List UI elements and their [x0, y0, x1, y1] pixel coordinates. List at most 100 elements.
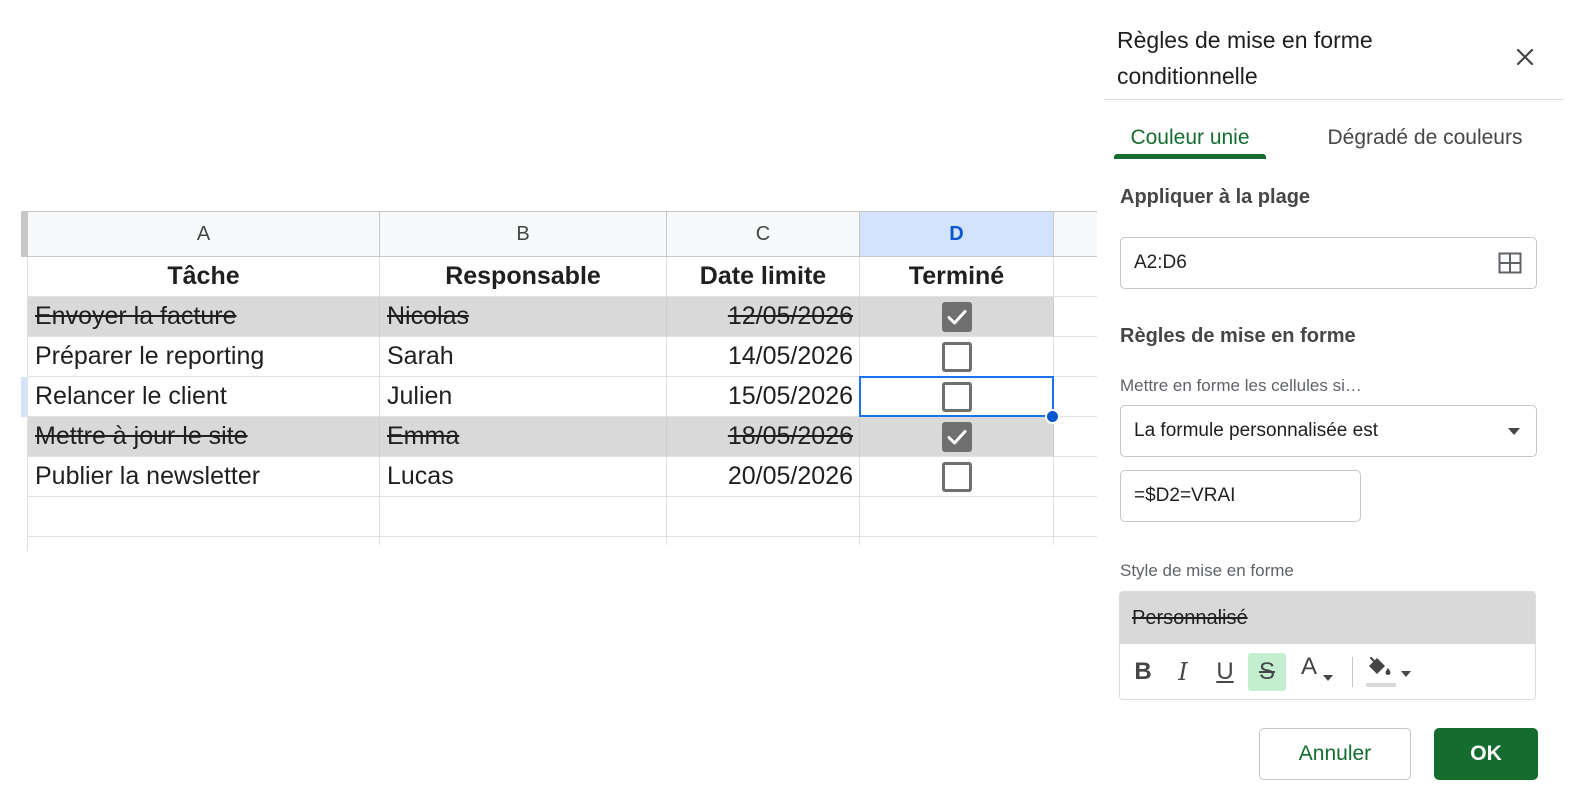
- owner-cell[interactable]: Julien: [380, 377, 667, 417]
- done-checkbox[interactable]: [941, 301, 972, 332]
- close-icon: [1516, 48, 1534, 66]
- task-cell[interactable]: Préparer le reporting: [28, 337, 380, 377]
- caret-down-icon: [1323, 675, 1333, 681]
- task-cell[interactable]: Mettre à jour le site: [28, 417, 380, 457]
- empty-cell[interactable]: [1054, 497, 1097, 537]
- empty-cell[interactable]: [1054, 257, 1097, 297]
- table-row: Mettre à jour le site Emma 18/05/2026: [28, 417, 1097, 457]
- deadline-cell[interactable]: 12/05/2026: [667, 297, 860, 337]
- select-all-corner[interactable]: [21, 211, 28, 257]
- style-toolbar: B I U S A: [1120, 644, 1535, 699]
- format-style-box: Personnalisé B I U S A: [1119, 591, 1536, 700]
- range-input[interactable]: A2:D6: [1120, 237, 1537, 289]
- text-color-button[interactable]: A: [1294, 653, 1340, 691]
- check-icon: [947, 429, 966, 444]
- bold-button[interactable]: B: [1130, 653, 1156, 691]
- column-header-c[interactable]: C: [667, 211, 860, 257]
- empty-row: [28, 497, 1097, 537]
- empty-cell[interactable]: [860, 537, 1054, 545]
- check-icon: [947, 309, 966, 324]
- cells: Tâche Responsable Date limite Terminé En…: [28, 257, 1097, 545]
- table-row: Envoyer la facture Nicolas 12/05/2026: [28, 297, 1097, 337]
- empty-cell[interactable]: [1054, 417, 1097, 457]
- empty-cell[interactable]: [1054, 377, 1097, 417]
- paint-bucket-icon: [1366, 656, 1396, 687]
- ok-button[interactable]: OK: [1434, 728, 1538, 780]
- close-button[interactable]: [1510, 42, 1540, 72]
- done-cell[interactable]: [860, 297, 1054, 337]
- range-value: A2:D6: [1134, 252, 1187, 273]
- format-rules-title: Règles de mise en forme: [1120, 325, 1356, 347]
- dropdown-arrow-icon: [1508, 428, 1520, 435]
- header-cell-done[interactable]: Terminé: [860, 257, 1054, 297]
- toolbar-divider: [1352, 657, 1353, 687]
- spreadsheet-grid: A B C D Tâche Responsable Date limite Te…: [21, 211, 1097, 551]
- deadline-cell[interactable]: 15/05/2026: [667, 377, 860, 417]
- task-cell[interactable]: Publier la newsletter: [28, 457, 380, 497]
- format-style-label: Style de mise en forme: [1120, 561, 1294, 580]
- row-headers: [21, 257, 28, 551]
- panel-title: Règles de mise en forme conditionnelle: [1117, 27, 1373, 89]
- empty-cell[interactable]: [667, 497, 860, 537]
- partial-row: [28, 537, 1097, 545]
- column-header-d[interactable]: D: [860, 211, 1054, 257]
- empty-cell[interactable]: [860, 497, 1054, 537]
- empty-cell[interactable]: [380, 497, 667, 537]
- table-row: Préparer le reporting Sarah 14/05/2026: [28, 337, 1097, 377]
- style-preview[interactable]: Personnalisé: [1120, 592, 1535, 644]
- text-color-icon: A: [1300, 653, 1317, 680]
- header-cell-owner[interactable]: Responsable: [380, 257, 667, 297]
- condition-dropdown[interactable]: La formule personnalisée est: [1120, 405, 1537, 457]
- header-cell-deadline[interactable]: Date limite: [667, 257, 860, 297]
- column-headers: A B C D: [28, 211, 1097, 257]
- strikethrough-button[interactable]: S: [1248, 653, 1286, 691]
- done-checkbox[interactable]: [941, 421, 972, 452]
- done-cell[interactable]: [860, 337, 1054, 377]
- italic-button[interactable]: I: [1170, 653, 1196, 691]
- empty-cell[interactable]: [380, 537, 667, 545]
- empty-cell[interactable]: [1054, 337, 1097, 377]
- done-cell[interactable]: [860, 377, 1054, 417]
- empty-cell[interactable]: [28, 497, 380, 537]
- table-row: Relancer le client Julien 15/05/2026: [28, 377, 1097, 417]
- underline-button[interactable]: U: [1212, 653, 1238, 691]
- owner-cell[interactable]: Nicolas: [380, 297, 667, 337]
- app-window: A B C D Tâche Responsable Date limite Te…: [0, 0, 1586, 808]
- owner-cell[interactable]: Emma: [380, 417, 667, 457]
- header-cell-task[interactable]: Tâche: [28, 257, 380, 297]
- empty-cell[interactable]: [667, 537, 860, 545]
- empty-cell[interactable]: [28, 537, 380, 545]
- done-checkbox[interactable]: [941, 341, 972, 372]
- tab-solid-color[interactable]: Couleur unie: [1114, 118, 1266, 158]
- owner-cell[interactable]: Lucas: [380, 457, 667, 497]
- task-cell[interactable]: Relancer le client: [28, 377, 380, 417]
- column-header-b[interactable]: B: [380, 211, 667, 257]
- tab-color-scale[interactable]: Dégradé de couleurs: [1314, 118, 1536, 158]
- task-cell[interactable]: Envoyer la facture: [28, 297, 380, 337]
- fill-color-button[interactable]: [1362, 653, 1414, 691]
- panel-divider: [1104, 99, 1564, 100]
- select-range-icon[interactable]: [1498, 252, 1522, 274]
- empty-cell[interactable]: [1054, 297, 1097, 337]
- done-cell[interactable]: [860, 417, 1054, 457]
- table-row: Publier la newsletter Lucas 20/05/2026: [28, 457, 1097, 497]
- done-checkbox[interactable]: [941, 381, 972, 412]
- deadline-cell[interactable]: 14/05/2026: [667, 337, 860, 377]
- table-header-row: Tâche Responsable Date limite Terminé: [28, 257, 1097, 297]
- empty-cell[interactable]: [1054, 537, 1097, 545]
- deadline-cell[interactable]: 20/05/2026: [667, 457, 860, 497]
- fill-handle[interactable]: [1045, 409, 1060, 424]
- apply-range-title: Appliquer à la plage: [1120, 186, 1311, 208]
- empty-cell[interactable]: [1054, 457, 1097, 497]
- owner-cell[interactable]: Sarah: [380, 337, 667, 377]
- condition-label: Mettre en forme les cellules si…: [1120, 376, 1362, 395]
- deadline-cell[interactable]: 18/05/2026: [667, 417, 860, 457]
- formula-input[interactable]: =$D2=VRAI: [1120, 470, 1361, 522]
- column-header-a[interactable]: A: [28, 211, 380, 257]
- condition-value: La formule personnalisée est: [1134, 420, 1378, 441]
- done-checkbox[interactable]: [941, 461, 972, 492]
- cancel-button[interactable]: Annuler: [1259, 728, 1411, 780]
- done-cell[interactable]: [860, 457, 1054, 497]
- column-header-e[interactable]: [1054, 211, 1097, 257]
- formula-value: =$D2=VRAI: [1134, 485, 1236, 506]
